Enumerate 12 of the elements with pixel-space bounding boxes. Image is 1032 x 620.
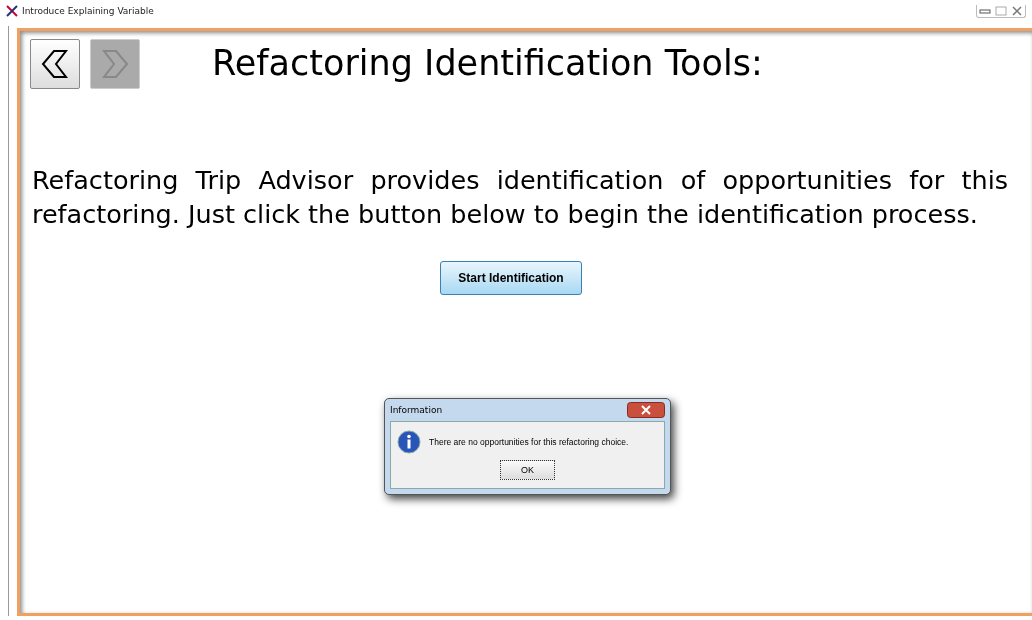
ok-button[interactable]: OK: [500, 460, 555, 480]
heading: Refactoring Identification Tools:: [212, 43, 763, 83]
close-icon[interactable]: [1009, 4, 1025, 17]
start-identification-button[interactable]: Start Identification: [440, 261, 582, 295]
description: Refactoring Trip Advisor provides identification of opportunities for this refactoring. Just click the button below to begin the identification process.: [32, 164, 1008, 231]
close-icon[interactable]: [627, 402, 665, 418]
dialog-message: There are no opportunities for this refactoring choice.: [429, 437, 629, 447]
dialog-title: Information: [390, 405, 443, 415]
app-icon: [6, 5, 18, 17]
info-icon: [397, 430, 421, 454]
window-title: Introduce Explaining Variable: [22, 6, 154, 16]
back-button[interactable]: [30, 39, 80, 89]
